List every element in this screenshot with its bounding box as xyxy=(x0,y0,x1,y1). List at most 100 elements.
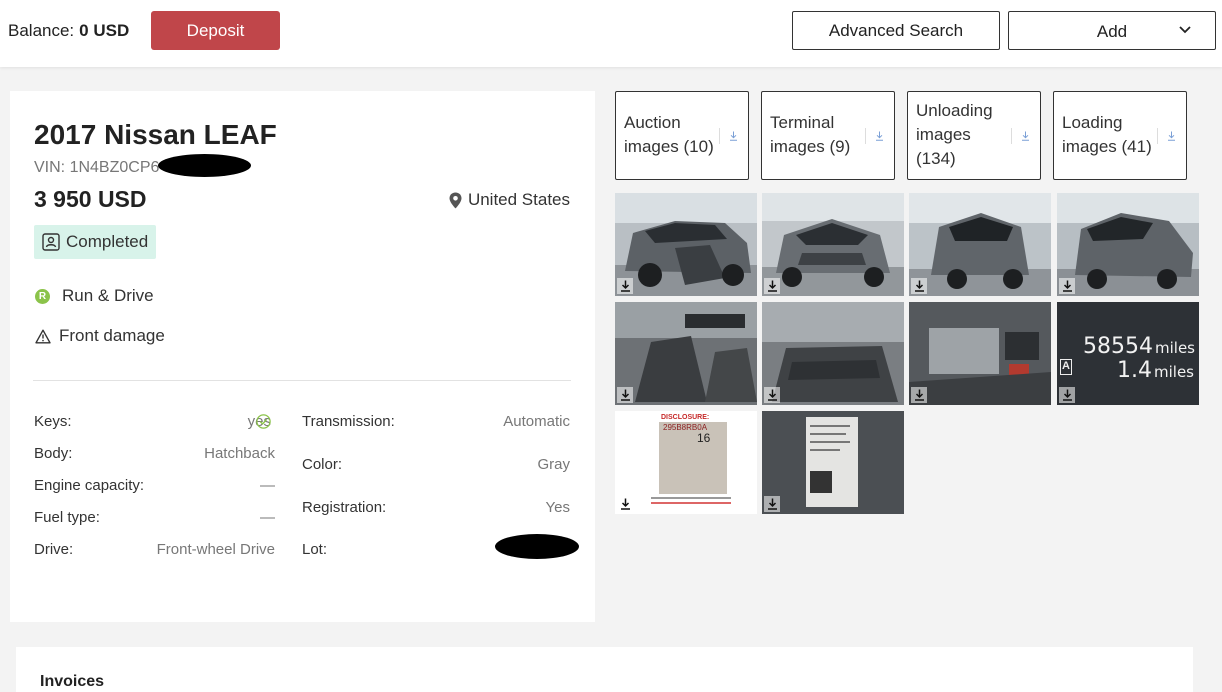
separator xyxy=(719,128,720,144)
odometer-mode: A xyxy=(1060,359,1072,375)
photo-rear-right xyxy=(1057,193,1199,296)
balance: Balance: 0 USD xyxy=(8,21,129,41)
spec-registration-value: Yes xyxy=(545,499,570,516)
disclosure-title: DISCLOSURE: xyxy=(661,414,710,421)
vehicle-photo[interactable] xyxy=(762,193,904,296)
disclosure-text-line xyxy=(651,497,731,499)
photo-front-left xyxy=(615,193,757,296)
damage-row: Front damage xyxy=(35,326,165,346)
vin-redaction xyxy=(158,154,251,177)
unloading-images-button[interactable]: Unloading images (134) xyxy=(907,91,1041,180)
spec-transmission-label: Transmission: xyxy=(302,413,395,430)
vehicle-photo[interactable] xyxy=(615,302,757,405)
vehicle-photo[interactable] xyxy=(909,193,1051,296)
odometer-trip-unit: miles xyxy=(1154,363,1194,381)
status-text: Completed xyxy=(66,232,149,251)
vehicle-title: 2017 Nissan LEAF xyxy=(34,119,277,150)
invoices-section: Invoices xyxy=(16,647,1193,692)
disclosure-number: 16 xyxy=(697,431,711,445)
download-icon[interactable] xyxy=(729,131,738,141)
spec-fuel-value: — xyxy=(260,509,275,526)
spec-fuel-label: Fuel type: xyxy=(34,509,100,526)
spec-body-value: Hatchback xyxy=(204,445,275,462)
odometer-unit: miles xyxy=(1155,339,1195,357)
photo-interior-rear xyxy=(762,302,904,405)
top-bar: Balance: 0 USD Deposit Advanced Search Ad… xyxy=(0,0,1222,67)
condition-text: Run & Drive xyxy=(62,286,154,305)
location-pin-icon xyxy=(449,192,462,208)
download-icon[interactable] xyxy=(617,387,633,403)
deposit-button[interactable]: Deposit xyxy=(151,11,280,50)
photo-rear xyxy=(909,193,1051,296)
photo-front xyxy=(762,193,904,296)
download-icon[interactable] xyxy=(911,278,927,294)
lot-redaction xyxy=(495,534,579,559)
download-icon[interactable] xyxy=(911,387,927,403)
disclosure-photo[interactable]: DISCLOSURE: 295B8RB0A 16 xyxy=(615,411,757,514)
separator xyxy=(1011,128,1012,144)
check-circle-icon xyxy=(256,414,271,429)
odometer-reading: 58554 miles xyxy=(1083,334,1195,359)
spec-engine-label: Engine capacity: xyxy=(34,477,145,494)
download-icon[interactable] xyxy=(875,131,884,141)
vehicle-card: 2017 Nissan LEAF VIN: 1N4BZ0CP6 3 950 US… xyxy=(10,91,595,622)
spec-keys-label: Keys: xyxy=(34,413,72,430)
loading-images-label: Loading images (41) xyxy=(1062,113,1152,156)
vehicle-photo[interactable] xyxy=(615,193,757,296)
separator xyxy=(1157,128,1158,144)
vehicle-photo[interactable] xyxy=(762,411,904,514)
spec-body-label: Body: xyxy=(34,445,73,462)
photo-interior-front xyxy=(615,302,757,405)
vehicle-photo[interactable] xyxy=(762,302,904,405)
status-badge: Completed xyxy=(34,225,157,259)
download-icon[interactable] xyxy=(764,278,780,294)
download-icon[interactable] xyxy=(617,496,633,512)
loading-images-button[interactable]: Loading images (41) xyxy=(1053,91,1187,180)
spec-engine-value: — xyxy=(260,477,275,494)
spec-lot-label: Lot: xyxy=(302,541,328,558)
separator xyxy=(865,128,866,144)
odometer-photo[interactable]: 58554 miles A 1.4 miles xyxy=(1057,302,1199,405)
disclosure-label-image xyxy=(659,422,727,494)
download-icon[interactable] xyxy=(764,387,780,403)
download-icon[interactable] xyxy=(1021,131,1030,141)
price: 3 950 USD xyxy=(34,186,147,212)
location: United States xyxy=(449,190,570,210)
unloading-images-label: Unloading images (134) xyxy=(916,101,993,168)
person-icon xyxy=(42,233,60,251)
spec-registration-label: Registration: xyxy=(302,499,387,516)
spec-drive-label: Drive: xyxy=(34,541,74,558)
auction-images-button[interactable]: Auction images (10) xyxy=(615,91,749,180)
damage-text: Front damage xyxy=(59,326,165,345)
warning-icon xyxy=(35,329,51,343)
spec-transmission-value: Automatic xyxy=(503,413,570,430)
download-icon[interactable] xyxy=(1059,278,1075,294)
photo-engine-bay xyxy=(909,302,1051,405)
download-icon[interactable] xyxy=(764,496,780,512)
invoices-title: Invoices xyxy=(40,673,105,690)
run-drive-icon: R xyxy=(35,288,50,304)
odometer-miles: 58554 xyxy=(1083,334,1153,359)
add-dropdown-button[interactable]: Add xyxy=(1008,11,1216,50)
spec-color-value: Gray xyxy=(537,456,570,473)
spec-drive-value: Front-wheel Drive xyxy=(156,541,275,558)
photo-door-sticker xyxy=(762,411,904,514)
terminal-images-label: Terminal images (9) xyxy=(770,113,851,156)
auction-images-label: Auction images (10) xyxy=(624,113,714,156)
disclosure-text-line xyxy=(651,502,731,504)
vin: VIN: 1N4BZ0CP6 xyxy=(34,159,160,176)
download-icon[interactable] xyxy=(617,278,633,294)
condition-row: R Run & Drive xyxy=(35,286,154,306)
odometer-trip-reading: 1.4 miles xyxy=(1117,358,1194,383)
vehicle-photo[interactable] xyxy=(1057,193,1199,296)
divider xyxy=(33,380,571,381)
odometer-trip: 1.4 xyxy=(1117,358,1152,383)
download-icon[interactable] xyxy=(1167,131,1176,141)
spec-color-label: Color: xyxy=(302,456,343,473)
terminal-images-button[interactable]: Terminal images (9) xyxy=(761,91,895,180)
download-icon[interactable] xyxy=(1059,387,1075,403)
vehicle-photo[interactable] xyxy=(909,302,1051,405)
advanced-search-button[interactable]: Advanced Search xyxy=(792,11,1000,50)
location-text: United States xyxy=(467,190,570,209)
balance-value: 0 USD xyxy=(79,21,130,40)
